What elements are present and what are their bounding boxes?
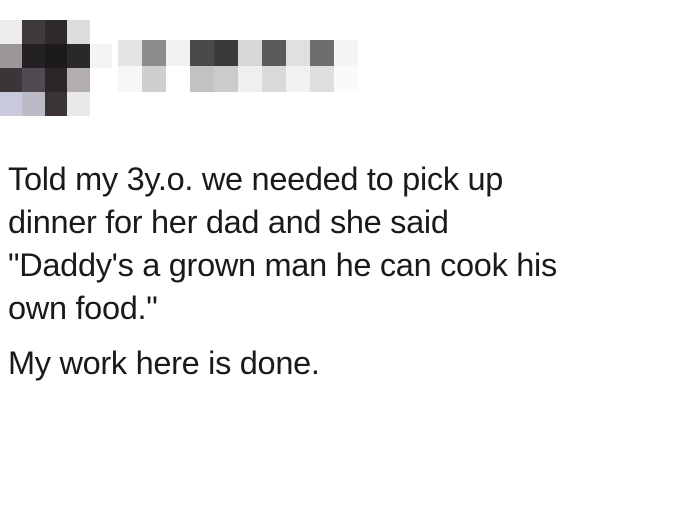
pixelated-username[interactable]: [118, 40, 358, 92]
post-header: [0, 10, 360, 116]
post-body: Told my 3y.o. we needed to pick up dinne…: [8, 158, 696, 385]
post-text-main: Told my 3y.o. we needed to pick up dinne…: [8, 161, 557, 326]
pixelated-avatar[interactable]: [0, 20, 112, 116]
post-text-followup: My work here is done.: [8, 345, 320, 381]
social-post: Told my 3y.o. we needed to pick up dinne…: [0, 0, 700, 528]
